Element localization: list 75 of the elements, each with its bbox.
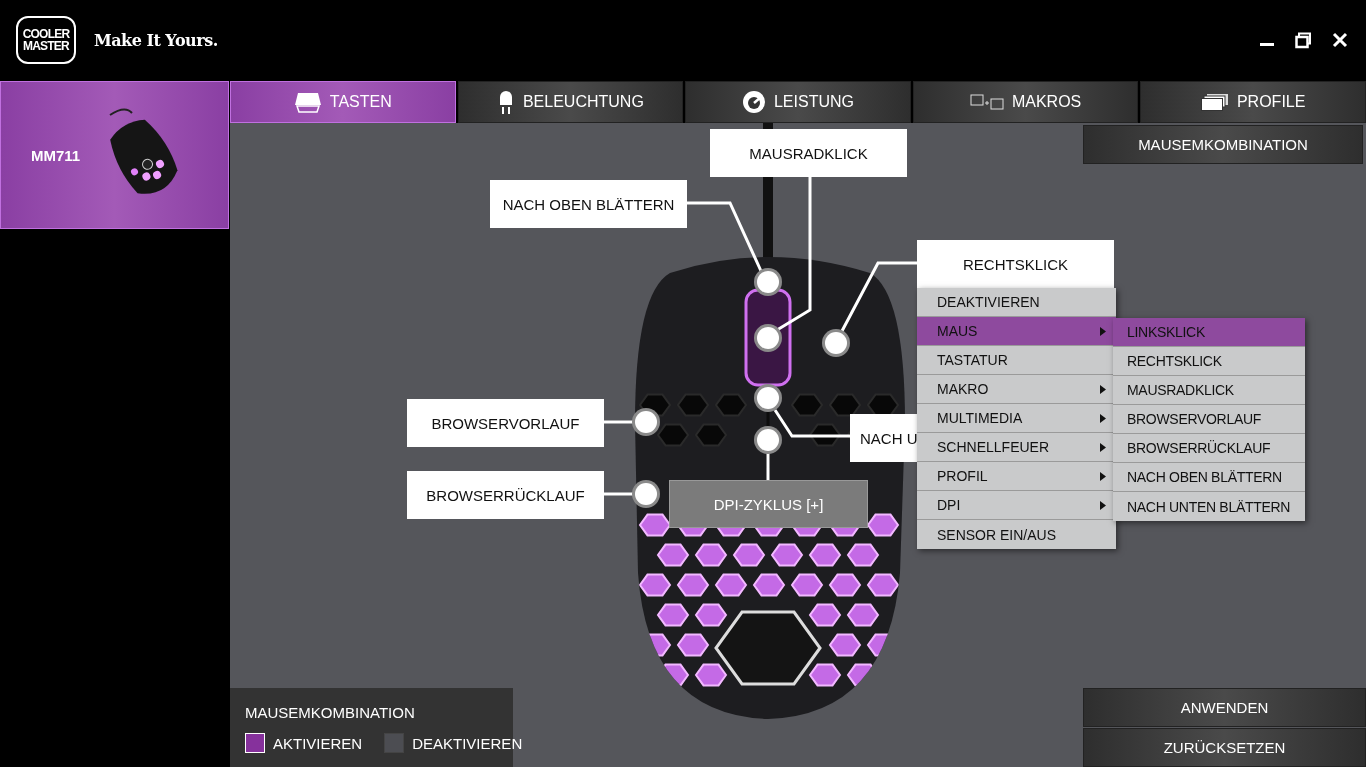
vent-hole [752, 573, 786, 597]
button-label[interactable]: DPI-ZYKLUS [+] [669, 480, 868, 528]
leader-line [604, 492, 633, 496]
button-label[interactable]: BROWSERVORLAUF [407, 399, 604, 447]
vent-hole [828, 573, 862, 597]
menu-item[interactable]: BROWSERRÜCKLAUF [1113, 434, 1305, 463]
legend-title: MAUSEMKOMBINATION [245, 704, 416, 721]
hotspot-marker[interactable] [754, 324, 782, 352]
vent-hole [866, 513, 900, 537]
menu-item[interactable]: NACH OBEN BLÄTTERN [1113, 463, 1305, 492]
legend-label: AKTIVIEREN [273, 734, 363, 752]
hotspot-marker[interactable] [822, 329, 850, 357]
tab[interactable]: PROFILE [1140, 81, 1366, 123]
vent-hole [638, 573, 672, 597]
leader-line [766, 453, 770, 480]
tab[interactable]: MAKROS [912, 81, 1139, 123]
legend-label: DEAKTIVIEREN [412, 734, 523, 752]
vent-hole [808, 603, 842, 627]
vent-hole [828, 633, 862, 657]
button-label[interactable]: BROWSERRÜCKLAUF [407, 471, 604, 519]
maximize-icon[interactable] [1295, 31, 1312, 49]
vent-hole [790, 393, 824, 417]
vent-hole [694, 663, 728, 687]
vent-hole [866, 573, 900, 597]
vent-hole [808, 423, 842, 447]
vent-hole [846, 543, 880, 567]
tagline: Make It Yours. [94, 30, 218, 50]
vent-hole [676, 393, 710, 417]
vent-hole [846, 603, 880, 627]
menu-item[interactable]: NACH UNTEN BLÄTTERN [1113, 492, 1305, 521]
menu-item[interactable]: SENSOR EIN/AUS [917, 520, 1116, 549]
keys-icon [969, 93, 1004, 111]
leader-line [604, 420, 633, 424]
vent-hole [694, 423, 728, 447]
tab[interactable]: TASTEN [230, 81, 456, 123]
vent-hole [866, 393, 900, 417]
vent-hole [676, 633, 710, 657]
device-name: MM711 [31, 146, 81, 164]
gauge-icon [741, 90, 766, 114]
vent-hole [656, 543, 690, 567]
vent-hole [676, 573, 710, 597]
button-label[interactable]: RECHTSKLICK [917, 240, 1114, 288]
vent-hole [808, 543, 842, 567]
vent-hole [828, 393, 862, 417]
button-label[interactable]: MAUSRADKLICK [710, 129, 907, 177]
hotspot-marker[interactable] [754, 268, 782, 296]
close-icon[interactable] [1332, 32, 1348, 48]
hotspot-marker[interactable] [632, 408, 660, 436]
tab[interactable]: BELEUCHTUNG [457, 81, 684, 123]
tab[interactable]: LEISTUNG [685, 81, 911, 123]
vent-hole [808, 663, 842, 687]
vent-hole [656, 423, 690, 447]
menu-item[interactable]: MAUSRADKLICK [1113, 376, 1305, 405]
vent-hole [714, 573, 748, 597]
vent-hole [694, 603, 728, 627]
device-card[interactable]: MM711 [0, 81, 229, 229]
vent-hole [732, 543, 766, 567]
hotspot-marker[interactable] [632, 480, 660, 508]
vent-hole [790, 573, 824, 597]
action-button[interactable]: ANWENDEN [1083, 688, 1366, 727]
hotspot-marker[interactable] [754, 426, 782, 454]
action-button[interactable]: ZURÜCKSETZEN [1083, 728, 1366, 767]
vent-hole [656, 603, 690, 627]
vent-hole [638, 513, 672, 537]
menu-item[interactable]: BROWSERVORLAUF [1113, 405, 1305, 434]
vent-hole [714, 393, 748, 417]
hotspot-marker[interactable] [754, 384, 782, 412]
stacked-cards-icon [1200, 93, 1229, 111]
menu-item[interactable]: RECHTSKLICK [1113, 347, 1305, 376]
vent-hole [694, 543, 728, 567]
brand-logo: COOLER MASTER [16, 16, 76, 64]
vent-hole [770, 543, 804, 567]
button-label[interactable]: NACH OBEN BLÄTTERN [490, 180, 687, 228]
keycap-icon [293, 91, 322, 113]
combination-button[interactable]: MAUSEMKOMBINATION [1083, 125, 1363, 164]
